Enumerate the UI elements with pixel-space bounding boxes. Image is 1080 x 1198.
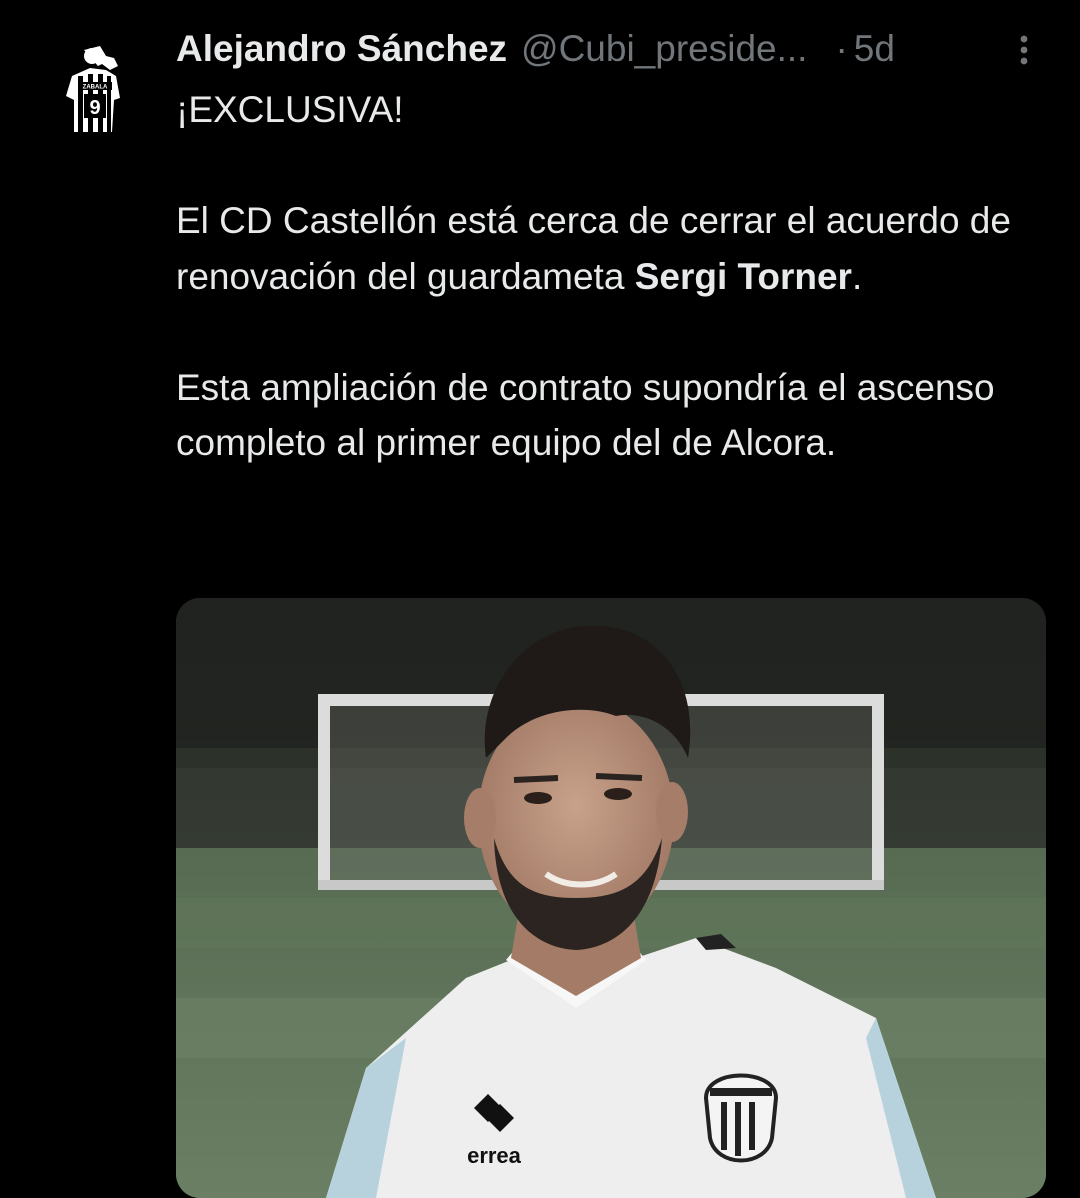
tweet-text-para2-start: El CD Castellón está cerca de cerrar el …: [176, 200, 1022, 297]
tweet-card[interactable]: ZABALA 9 Alejandro Sánchez @Cubi_preside…: [0, 0, 1080, 1198]
tweet-text: ¡EXCLUSIVA! El CD Castellón está cerca d…: [176, 82, 1056, 471]
more-options-button[interactable]: [1004, 30, 1044, 70]
avatar-shirt-number: 9: [89, 97, 100, 119]
footballer-silhouette-avatar-icon: ZABALA 9: [44, 36, 144, 136]
shirt-brand-text: errea: [467, 1143, 522, 1168]
vertical-ellipsis-icon: [1020, 35, 1028, 65]
author-handle[interactable]: @Cubi_preside...: [521, 28, 807, 70]
header-separator: ·: [835, 28, 848, 69]
tweet-media-photo[interactable]: errea: [176, 598, 1046, 1198]
club-badge-icon: [703, 1073, 779, 1163]
goalkeeper-portrait-photo: errea: [176, 598, 1046, 1198]
tweet-text-para3: Esta ampliación de contrato supondría el…: [176, 366, 1005, 464]
author-avatar[interactable]: ZABALA 9: [44, 36, 144, 136]
tweet-text-para2: El CD Castellón está cerca de cerrar el …: [176, 200, 1021, 297]
tweet-header: Alejandro Sánchez @Cubi_preside... · 5d: [176, 26, 1056, 72]
tweet-text-para2-end: .: [851, 255, 863, 297]
author-display-name[interactable]: Alejandro Sánchez: [176, 28, 507, 70]
avatar-shirt-text: ZABALA: [83, 85, 108, 91]
tweet-text-line1: ¡EXCLUSIVA!: [176, 89, 404, 130]
player-name-bold: Sergi Torner: [634, 255, 852, 297]
tweet-timestamp[interactable]: 5d: [854, 28, 895, 70]
